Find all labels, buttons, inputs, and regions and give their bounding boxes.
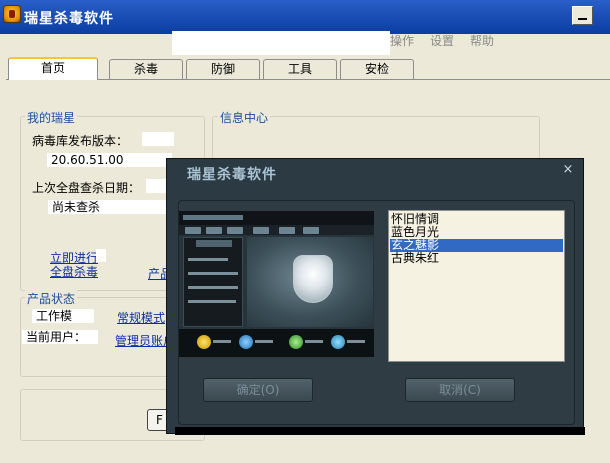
preview-tab <box>303 227 319 234</box>
skin-item[interactable]: 古典朱红 <box>390 252 563 265</box>
tab-home[interactable]: 首页 <box>8 57 98 80</box>
virus-db-version: 20.60.51.00 <box>47 153 172 167</box>
scan-now-link-bg <box>96 249 106 262</box>
preview-icon-label <box>305 340 323 343</box>
last-scan-value: 尚未查杀 <box>48 200 172 214</box>
menu-help[interactable]: 帮助 <box>470 32 494 49</box>
window-title: 瑞星杀毒软件 <box>24 11 114 27</box>
skin-list[interactable]: 怀旧情调 蓝色月光 玄之魅影 古典朱红 <box>388 210 565 362</box>
preview-bottom-bar <box>179 329 374 357</box>
tab-tools[interactable]: 工具 <box>263 59 337 79</box>
cancel-button[interactable]: 取消(C) <box>405 378 515 402</box>
preview-icon-label <box>255 340 273 343</box>
close-icon[interactable]: × <box>561 163 575 177</box>
header-blank-panel <box>172 31 390 55</box>
full-scan-link[interactable]: 全盘杀毒 <box>50 263 98 280</box>
preview-icon <box>289 335 303 349</box>
preview-icon <box>197 335 211 349</box>
minimize-button[interactable] <box>572 6 593 25</box>
preview-center <box>247 237 373 327</box>
preview-icon <box>239 335 253 349</box>
preview-tab <box>206 227 222 234</box>
preview-left-head <box>196 240 232 247</box>
work-mode-value[interactable]: 常规模式 <box>117 309 165 326</box>
preview-tabbar <box>179 225 374 235</box>
preview-line <box>188 300 236 303</box>
work-mode-label: 工作模 <box>32 309 94 323</box>
preview-icon-label <box>213 340 231 343</box>
my-rising-title: 我的瑞星 <box>25 109 78 126</box>
product-status-title: 产品状态 <box>25 290 78 307</box>
tab-security-check[interactable]: 安检 <box>340 59 414 79</box>
menu-operation[interactable]: 操作 <box>390 32 414 49</box>
preview-titlebar <box>179 211 374 225</box>
lion-shield-icon <box>293 255 333 303</box>
menu-settings[interactable]: 设置 <box>430 32 454 49</box>
preview-icon-label <box>347 340 365 343</box>
title-bar[interactable]: 瑞星杀毒软件 <box>0 0 610 34</box>
virus-db-label-bg <box>142 132 174 146</box>
tab-defense[interactable]: 防御 <box>186 59 260 79</box>
preview-left-panel <box>183 237 243 327</box>
skin-dialog-title: 瑞星杀毒软件 <box>187 167 277 183</box>
confirm-button[interactable]: 确定(O) <box>203 378 313 402</box>
preview-tab <box>227 227 243 234</box>
current-user-label: 当前用户： <box>22 330 98 344</box>
rising-lion-icon <box>3 5 21 23</box>
info-center-title: 信息中心 <box>218 109 271 126</box>
main-tabs: 首页 杀毒 防御 工具 安检 <box>6 57 610 80</box>
last-scan-label: 上次全盘查杀日期： <box>32 181 141 195</box>
preview-tab <box>279 227 295 234</box>
skin-preview-image <box>179 211 374 357</box>
preview-line <box>188 258 228 261</box>
preview-tab <box>253 227 269 234</box>
preview-line <box>188 272 238 275</box>
preview-line <box>188 286 238 289</box>
preview-icon <box>331 335 345 349</box>
tab-scan[interactable]: 杀毒 <box>109 59 183 79</box>
preview-tab <box>185 227 201 234</box>
